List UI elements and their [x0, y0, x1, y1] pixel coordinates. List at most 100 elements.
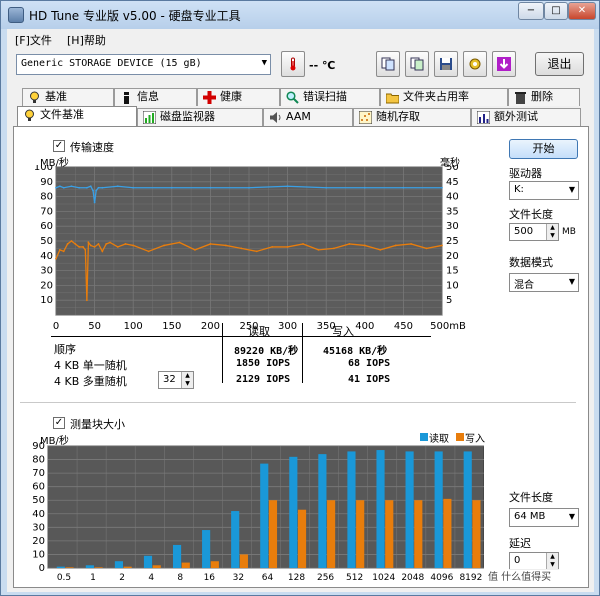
read-speed-point	[116, 185, 119, 188]
read-speed-point	[101, 186, 104, 189]
result-row-write: 68 IOPS	[348, 358, 391, 369]
x-tick-label: 1024	[372, 573, 395, 583]
access-time-point	[132, 244, 135, 247]
block-size-chart: 0 10 20 30 40 50 60 70 80 90 0.5 1 2 4 8 16 32 64 128 256 51…	[32, 442, 484, 583]
tab-extra-tests[interactable]: 额外测试	[471, 108, 581, 126]
menu-help[interactable]: [H]帮助	[67, 32, 106, 48]
transfer-speed-chart: 1009080706050403020105045403530252015105…	[34, 165, 466, 332]
y-tick-label: 50	[40, 236, 53, 247]
write-bar	[65, 567, 74, 568]
drive-select-value: Generic STORAGE DEVICE (15 gB)	[21, 58, 202, 69]
write-bar	[385, 500, 394, 568]
tab-delete[interactable]: 删除	[508, 88, 580, 106]
tab-folder-usage[interactable]: 文件夹占用率	[380, 88, 508, 106]
speaker-icon	[270, 112, 281, 123]
download-button[interactable]	[492, 51, 516, 77]
copy-all-button[interactable]	[405, 51, 429, 77]
save-button[interactable]	[434, 51, 458, 77]
read-speed-point	[441, 186, 443, 189]
tab-disk-monitor[interactable]: 磁盘监视器	[137, 108, 263, 126]
block-size-checkbox[interactable]: ✓	[53, 417, 65, 429]
tab-label: 健康	[220, 90, 242, 103]
x-tick-label: 150	[162, 321, 181, 332]
tab-label: 额外测试	[494, 110, 538, 123]
stepper-arrows-icon[interactable]: ▲ ▼	[546, 224, 558, 240]
x-tick-label: 450	[394, 321, 413, 332]
y2-tick-label: 40	[446, 192, 459, 203]
access-time-point	[85, 299, 88, 302]
access-time-point	[410, 243, 413, 245]
tab-label: 磁盘监视器	[160, 110, 215, 123]
stepper-arrows-icon[interactable]: ▲ ▼	[546, 553, 558, 569]
tab-random-access[interactable]: 随机存取	[353, 108, 471, 126]
read-bar	[172, 544, 182, 568]
results-divider	[302, 323, 303, 383]
write-bar	[472, 500, 481, 568]
x-tick-label: 0.5	[57, 573, 71, 583]
read-speed-point	[70, 185, 73, 188]
result-row-write: 45168 KB/秒	[323, 346, 388, 357]
y2-tick-label: 20	[446, 251, 459, 262]
access-time-point	[70, 240, 73, 242]
write-bar	[327, 500, 336, 568]
read-speed-point	[97, 186, 100, 189]
block-file-length-dropdown[interactable]: 64 MB ▼	[509, 508, 579, 527]
thermometer-icon	[290, 57, 296, 71]
access-time-point	[163, 244, 165, 247]
access-time-point	[333, 247, 335, 250]
x-tick-label: 2048	[401, 573, 424, 583]
toolbar: Generic STORAGE DEVICE (15 gB) ▼ -- ℃ 退出	[7, 49, 594, 83]
access-time-point	[147, 250, 150, 253]
section-divider	[20, 402, 576, 403]
y2-tick-label: 45	[446, 177, 459, 188]
start-button[interactable]: 开始	[509, 139, 578, 159]
app-window: HD Tune 专业版 v5.00 - 硬盘专业工具 − □ ✕ [F]文件 […	[0, 0, 600, 596]
drive-select[interactable]: Generic STORAGE DEVICE (15 gB) ▼	[16, 54, 271, 75]
title-bar: HD Tune 专业版 v5.00 - 硬盘专业工具 − □ ✕	[1, 1, 599, 29]
minimize-button[interactable]: −	[518, 2, 544, 20]
temperature-button[interactable]	[281, 51, 305, 77]
transfer-speed-checkbox[interactable]: ✓	[53, 140, 65, 152]
tab-health[interactable]: 健康	[197, 88, 280, 106]
temperature-readout: -- ℃	[309, 59, 336, 72]
drive-dropdown[interactable]: K: ▼	[509, 181, 579, 200]
maximize-button[interactable]: □	[544, 2, 568, 20]
tab-file-benchmark[interactable]: 文件基准	[17, 106, 137, 126]
tab-label: 删除	[531, 90, 553, 103]
benchmark-icon	[30, 91, 39, 103]
y2-tick-label: 50	[446, 165, 459, 173]
copy-button[interactable]	[376, 51, 400, 77]
x-tick-label: 100	[124, 321, 143, 332]
y-tick-label: 100	[34, 165, 53, 173]
queue-depth-stepper[interactable]: 32 ▲ ▼	[158, 371, 194, 389]
y-tick-label: 10	[40, 295, 53, 306]
options-button[interactable]	[463, 51, 487, 77]
stepper-arrows-icon[interactable]: ▲ ▼	[181, 372, 193, 388]
delay-stepper[interactable]: 0 ▲ ▼	[509, 552, 559, 570]
folder-icon	[386, 93, 399, 104]
access-time-point	[271, 246, 274, 248]
file-length-stepper[interactable]: 500 ▲ ▼	[509, 223, 559, 241]
exit-button[interactable]: 退出	[535, 52, 584, 76]
data-mode-dropdown[interactable]: 混合 ▼	[509, 273, 579, 292]
tab-benchmark[interactable]: 基准	[22, 88, 114, 106]
tab-label: 错误扫描	[303, 90, 347, 103]
save-icon	[440, 58, 452, 70]
x-tick-label: 8192	[459, 573, 482, 583]
access-time-point	[441, 244, 443, 247]
menu-file[interactable]: [F]文件	[15, 32, 52, 48]
access-time-point	[87, 241, 90, 244]
tab-aam[interactable]: AAM	[263, 108, 353, 126]
x-tick-label: 500mB	[430, 321, 466, 332]
read-speed-point	[55, 186, 57, 189]
close-button[interactable]: ✕	[568, 2, 596, 20]
tab-error-scan[interactable]: 错误扫描	[280, 88, 380, 106]
access-time-point	[224, 244, 227, 247]
read-bar	[347, 451, 356, 568]
access-time-point	[116, 246, 119, 248]
file-benchmark-icon	[25, 109, 34, 121]
tab-info[interactable]: 信息	[114, 88, 197, 106]
read-bar	[85, 565, 94, 568]
read-speed-point	[58, 185, 61, 188]
watermark: 值 什么值得买	[484, 569, 588, 587]
